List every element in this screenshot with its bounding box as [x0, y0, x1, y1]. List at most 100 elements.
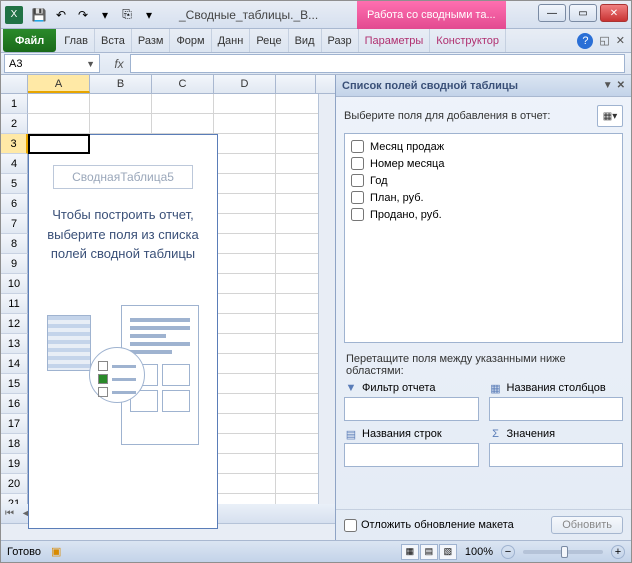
row-header[interactable]: 16 [1, 394, 28, 414]
zoom-value[interactable]: 100% [465, 546, 493, 558]
doc-close-icon[interactable]: ✕ [616, 34, 625, 47]
macro-record-icon[interactable]: ▣ [51, 545, 61, 558]
zoom-thumb[interactable] [561, 546, 568, 558]
update-button[interactable]: Обновить [551, 516, 623, 534]
tab-review[interactable]: Реце [250, 29, 288, 52]
drop-label-text: Названия строк [362, 428, 442, 440]
field-list[interactable]: Месяц продаж Номер месяца Год План, руб.… [344, 133, 623, 343]
drop-box-columns[interactable] [489, 397, 624, 421]
save-icon[interactable]: 💾 [29, 5, 49, 25]
view-normal-icon[interactable]: ▦ [401, 544, 419, 560]
row-header[interactable]: 12 [1, 314, 28, 334]
columns-icon: ▦ [489, 381, 503, 395]
row-header[interactable]: 9 [1, 254, 28, 274]
zoom-out-button[interactable]: − [501, 545, 515, 559]
row-header[interactable]: 3 [1, 134, 28, 154]
spreadsheet-grid[interactable]: A B C D 12345678910111213141516171819202… [1, 75, 335, 540]
row-header[interactable]: 5 [1, 174, 28, 194]
field-pane-header: Список полей сводной таблицы ▼ ✕ [336, 75, 631, 97]
ribbon-minimize-icon[interactable]: ◱ [599, 34, 609, 47]
name-box[interactable]: A3 ▼ [4, 54, 100, 73]
help-icon[interactable]: ? [577, 33, 593, 49]
layout-options-button[interactable]: ▦▾ [597, 105, 623, 127]
tab-pivot-options[interactable]: Параметры [359, 29, 431, 52]
field-item[interactable]: Год [349, 172, 618, 189]
row-header[interactable]: 17 [1, 414, 28, 434]
drop-area-rows[interactable]: ▤Названия строк [344, 427, 479, 467]
view-pagebreak-icon[interactable]: ▧ [439, 544, 457, 560]
field-item[interactable]: Продано, руб. [349, 206, 618, 223]
defer-update-checkbox[interactable] [344, 519, 357, 532]
qat-more-icon[interactable]: ▾ [95, 5, 115, 25]
tab-view[interactable]: Вид [289, 29, 322, 52]
redo-icon[interactable]: ↷ [73, 5, 93, 25]
qat-custom-icon[interactable]: ⎘ [117, 5, 137, 25]
row-header[interactable]: 7 [1, 214, 28, 234]
row-header[interactable]: 2 [1, 114, 28, 134]
pivot-instruction-text: Чтобы построить отчет, выберите поля из … [29, 199, 217, 270]
minimize-button[interactable]: — [538, 4, 566, 22]
defer-update-checkbox-label[interactable]: Отложить обновление макета [344, 519, 545, 532]
col-header-a[interactable]: A [28, 75, 90, 93]
name-box-value: A3 [9, 58, 22, 70]
view-layout-icon[interactable]: ▤ [420, 544, 438, 560]
window-controls: — ▭ ✕ [538, 4, 628, 22]
formula-input[interactable] [130, 54, 625, 73]
row-header[interactable]: 14 [1, 354, 28, 374]
row-header[interactable]: 13 [1, 334, 28, 354]
maximize-button[interactable]: ▭ [569, 4, 597, 22]
tab-formulas[interactable]: Форм [170, 29, 211, 52]
pivot-table-placeholder[interactable]: СводнаяТаблица5 Чтобы построить отчет, в… [28, 134, 218, 529]
drop-area-values[interactable]: ΣЗначения [489, 427, 624, 467]
field-checkbox[interactable] [351, 157, 364, 170]
tab-developer[interactable]: Разр [322, 29, 359, 52]
field-pane-menu-icon[interactable]: ▼ [603, 80, 613, 91]
row-header[interactable]: 11 [1, 294, 28, 314]
filter-icon: ▼ [344, 381, 358, 395]
drop-box-values[interactable] [489, 443, 624, 467]
vertical-scrollbar[interactable] [318, 94, 335, 504]
active-cell[interactable] [28, 134, 90, 154]
sheet-nav-first-icon[interactable]: ⏮ [1, 508, 18, 519]
tab-pivot-design[interactable]: Конструктор [430, 29, 506, 52]
row-header[interactable]: 10 [1, 274, 28, 294]
field-item[interactable]: Номер месяца [349, 155, 618, 172]
field-pane-footer: Отложить обновление макета Обновить [336, 509, 631, 540]
tab-data[interactable]: Данн [212, 29, 251, 52]
select-all-corner[interactable] [1, 75, 28, 93]
tab-insert[interactable]: Вста [95, 29, 132, 52]
tab-layout[interactable]: Разм [132, 29, 171, 52]
field-pane-close-icon[interactable]: ✕ [617, 80, 625, 91]
col-header-d[interactable]: D [214, 75, 276, 93]
row-header[interactable]: 8 [1, 234, 28, 254]
field-checkbox[interactable] [351, 174, 364, 187]
undo-icon[interactable]: ↶ [51, 5, 71, 25]
drop-area-columns[interactable]: ▦Названия столбцов [489, 381, 624, 421]
row-header[interactable]: 18 [1, 434, 28, 454]
name-box-dropdown-icon[interactable]: ▼ [86, 59, 95, 69]
field-item[interactable]: План, руб. [349, 189, 618, 206]
excel-icon: X [5, 6, 23, 24]
zoom-in-button[interactable]: + [611, 545, 625, 559]
tab-home[interactable]: Глав [58, 29, 95, 52]
row-header[interactable]: 19 [1, 454, 28, 474]
field-checkbox[interactable] [351, 208, 364, 221]
col-header-e[interactable] [276, 75, 316, 93]
row-header[interactable]: 4 [1, 154, 28, 174]
file-tab[interactable]: Файл [3, 29, 56, 52]
close-button[interactable]: ✕ [600, 4, 628, 22]
row-header[interactable]: 20 [1, 474, 28, 494]
field-checkbox[interactable] [351, 140, 364, 153]
row-header[interactable]: 15 [1, 374, 28, 394]
row-header[interactable]: 6 [1, 194, 28, 214]
drop-area-filter[interactable]: ▼Фильтр отчета [344, 381, 479, 421]
field-item[interactable]: Месяц продаж [349, 138, 618, 155]
col-header-c[interactable]: C [152, 75, 214, 93]
row-header[interactable]: 1 [1, 94, 28, 114]
fx-icon[interactable]: fx [108, 57, 130, 71]
field-checkbox[interactable] [351, 191, 364, 204]
drop-box-filter[interactable] [344, 397, 479, 421]
zoom-slider[interactable] [523, 550, 603, 554]
drop-box-rows[interactable] [344, 443, 479, 467]
col-header-b[interactable]: B [90, 75, 152, 93]
